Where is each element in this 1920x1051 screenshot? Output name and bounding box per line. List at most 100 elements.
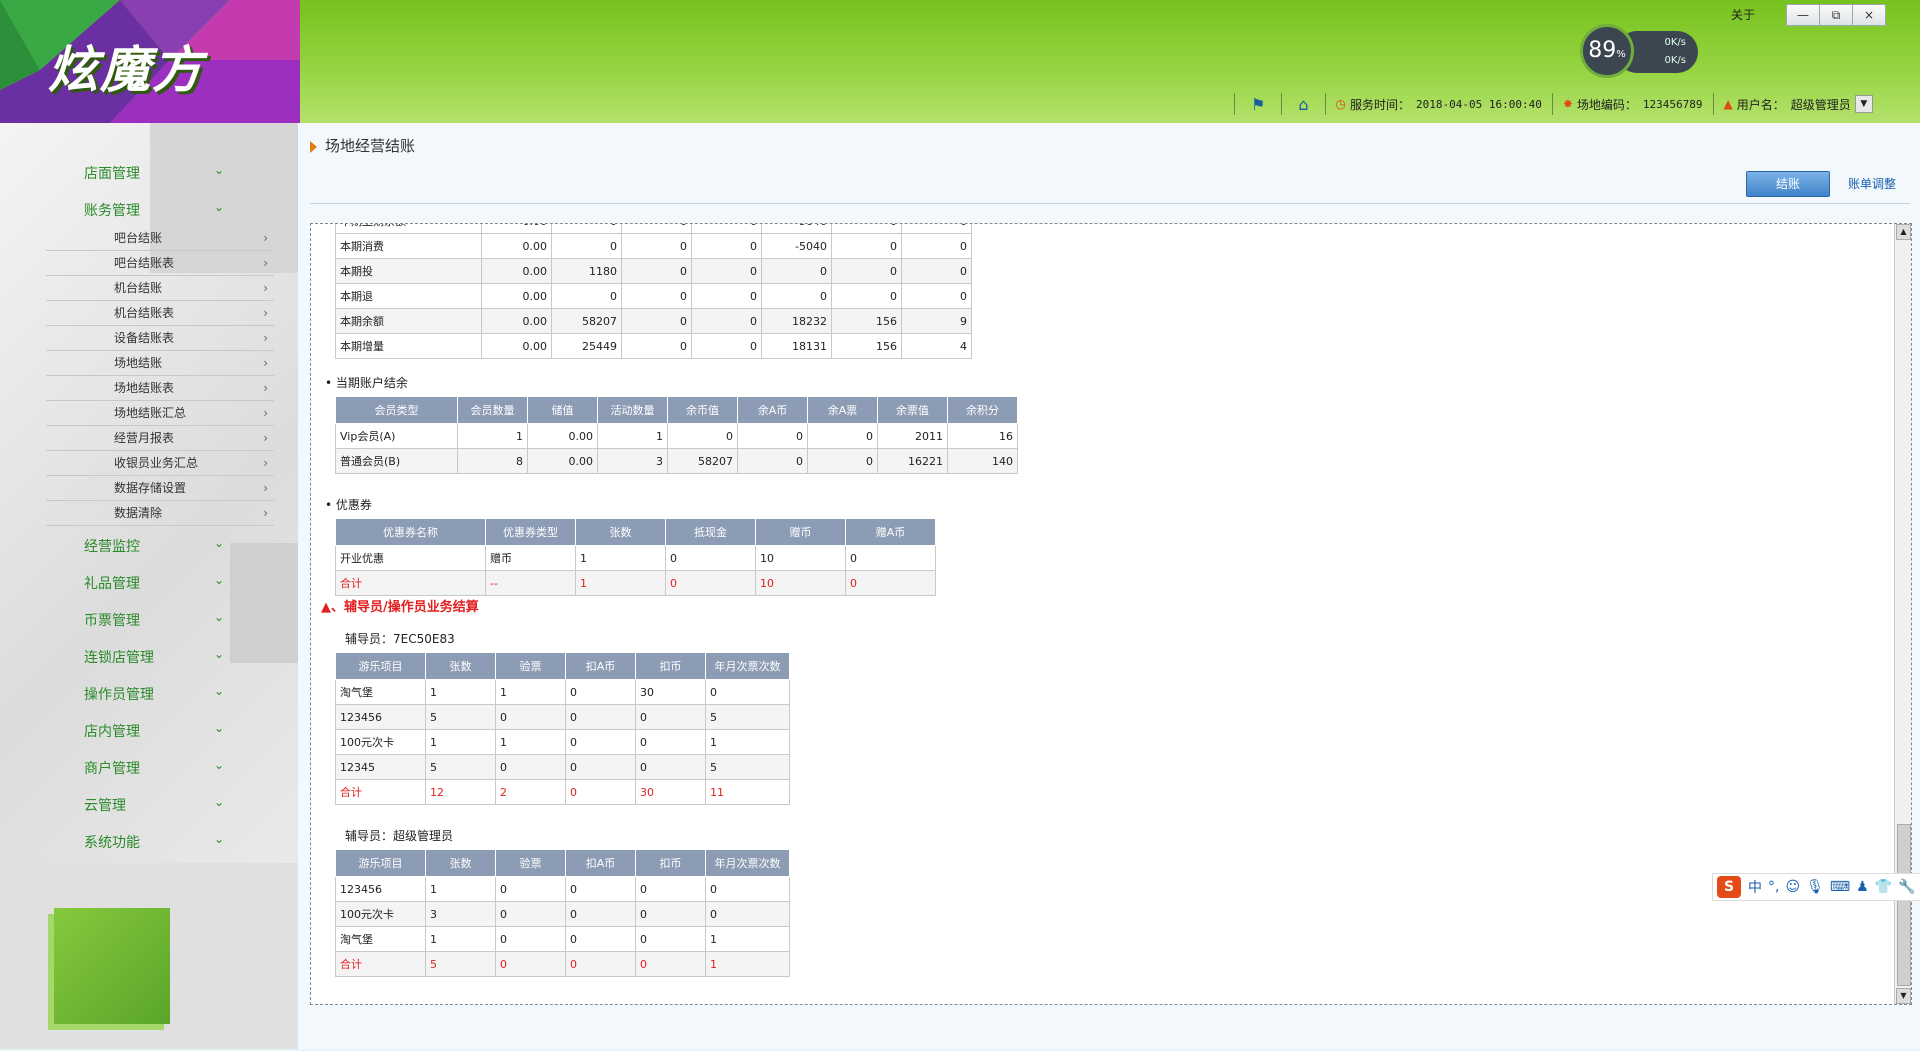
user-dropdown-icon[interactable]: ▼: [1854, 95, 1873, 113]
table-cell: 赠币: [485, 545, 576, 571]
chevron-right-icon: ›: [263, 256, 268, 270]
sidebar-item-accounting[interactable]: 账务管理 ⌄: [84, 200, 224, 220]
table-cell: 18131: [761, 333, 832, 359]
submenu-label: 吧台结账表: [114, 256, 175, 270]
chevron-down-icon: ⌄: [213, 758, 224, 772]
column-header: 年月次票次数: [705, 652, 790, 680]
submenu-site-checkout[interactable]: 场地结账 ›: [46, 351, 274, 376]
submenu-site-checkout-table[interactable]: 场地结账表 ›: [46, 376, 274, 401]
chevron-right-icon: ›: [263, 431, 268, 445]
table-cell: 16221: [877, 448, 948, 474]
column-header: 扣币: [635, 652, 706, 680]
table-row: 100元次卡 1 1 0 0 1: [335, 729, 790, 755]
shirt-icon[interactable]: 👕: [1875, 879, 1892, 895]
gauge-value: 89: [1588, 38, 1617, 63]
operator-section-title: ▲、辅导员/操作员业务结算: [321, 600, 479, 615]
column-header: 优惠券名称: [335, 518, 486, 546]
sidebar-item-coins-tickets[interactable]: 币票管理 ⌄: [84, 610, 224, 630]
home-icon[interactable]: ⌂: [1298, 95, 1308, 114]
table-cell: 0: [565, 876, 636, 902]
triangle-icon: [310, 140, 317, 153]
table-cell: 0.00: [481, 283, 552, 309]
table-cell: 1: [597, 423, 668, 449]
account-table: 会员类型 会员数量 储值 活动数量 余币值 余A币 余A票 余票值 余积分 Vip会员(A) 1 0…: [335, 396, 1018, 474]
submenu-label: 机台结账表: [114, 306, 175, 320]
wrench-icon[interactable]: 🔧: [1898, 879, 1915, 895]
table-cell: 0: [635, 901, 706, 927]
sidebar-item-label: 账务管理: [84, 203, 140, 219]
table-cell: 0: [621, 233, 692, 259]
submenu-cashier-summary[interactable]: 收银员业务汇总 ›: [46, 451, 274, 476]
network-gauge[interactable]: 0K/s 0K/s 89%: [1580, 24, 1700, 80]
table-cell: 11: [705, 779, 790, 805]
table-cell: 0: [691, 224, 762, 234]
site-code-label: 场地编码：: [1576, 97, 1637, 112]
sidebar-item-in-store[interactable]: 店内管理 ⌄: [84, 721, 224, 741]
sidebar-item-chain-stores[interactable]: 连锁店管理 ⌄: [84, 647, 224, 667]
table-cell: 0: [621, 283, 692, 309]
user-icon[interactable]: ♟: [1856, 879, 1869, 895]
table-cell: 0: [565, 754, 636, 780]
breadcrumb: 场地经营结账: [310, 135, 415, 156]
submenu-monthly-report[interactable]: 经营月报表 ›: [46, 426, 274, 451]
adjust-bill-link[interactable]: 账单调整: [1848, 175, 1896, 192]
table-cell: 1: [425, 926, 496, 952]
table-cell: 0: [565, 729, 636, 755]
ime-mode[interactable]: 中: [1748, 877, 1762, 897]
restore-button[interactable]: ⧉: [1819, 4, 1853, 26]
sidebar-item-store[interactable]: 店面管理 ⌄: [84, 163, 224, 183]
submenu-data-storage-settings[interactable]: 数据存储设置 ›: [46, 476, 274, 501]
signpost-icon[interactable]: ⚑: [1251, 95, 1265, 114]
sidebar-item-cloud[interactable]: 云管理 ⌄: [84, 795, 224, 815]
close-button[interactable]: ×: [1852, 4, 1886, 26]
minimize-button[interactable]: —: [1786, 4, 1820, 26]
table-cell: 0: [495, 926, 566, 952]
sogou-logo-icon[interactable]: S: [1717, 876, 1741, 898]
table-cell: 0: [551, 224, 622, 234]
about-link[interactable]: 关于: [1731, 6, 1755, 23]
submenu-bar-checkout[interactable]: 吧台结账 ›: [46, 226, 274, 251]
sidebar-item-merchants[interactable]: 商户管理 ⌄: [84, 758, 224, 778]
sidebar-item-label: 经营监控: [84, 539, 140, 555]
sidebar-item-gifts[interactable]: 礼品管理 ⌄: [84, 573, 224, 593]
submenu-machine-checkout[interactable]: 机台结账 ›: [46, 276, 274, 301]
submenu-bar-checkout-table[interactable]: 吧台结账表 ›: [46, 251, 274, 276]
table-cell: 100元次卡: [335, 901, 426, 927]
scroll-down-icon[interactable]: ▼: [1896, 988, 1911, 1004]
settle-button[interactable]: 结账: [1746, 171, 1830, 197]
table-cell: 18232: [761, 308, 832, 334]
decorative-green-block: [54, 908, 170, 1024]
submenu-site-checkout-summary[interactable]: 场地结账汇总 ›: [46, 401, 274, 426]
table-cell: 2: [495, 779, 566, 805]
scroll-thumb[interactable]: [1897, 824, 1911, 986]
column-header: 张数: [425, 849, 496, 877]
ime-toolbar[interactable]: S 中 °, ☺ 🎙 ⌨ ♟ 👕 🔧: [1712, 873, 1920, 901]
submenu-device-checkout-table[interactable]: 设备结账表 ›: [46, 326, 274, 351]
table-cell: 0: [551, 283, 622, 309]
table-cell: 0: [807, 448, 878, 474]
sidebar-item-label: 礼品管理: [84, 576, 140, 592]
table-cell: 30: [635, 679, 706, 705]
ime-punctuation[interactable]: °,: [1768, 879, 1779, 895]
table-cell: 0: [565, 926, 636, 952]
keyboard-icon[interactable]: ⌨: [1830, 879, 1850, 895]
scroll-up-icon[interactable]: ▲: [1896, 224, 1911, 240]
sidebar-item-operators[interactable]: 操作员管理 ⌄: [84, 684, 224, 704]
sidebar-item-system[interactable]: 系统功能 ⌄: [84, 832, 224, 852]
table-row: 本期增量 0.00 25449 0 0 18131 156 4: [335, 333, 972, 359]
table-row: 本期上期余额0.00000504000: [335, 224, 972, 234]
table-row: 淘气堡 1 0 0 0 1: [335, 926, 790, 952]
account-section-title: • 当期账户结余: [325, 376, 408, 390]
report-panel[interactable]: 本期上期余额0.00000504000 本期消费0.00000-504000本期…: [310, 223, 1912, 1005]
chevron-down-icon: ⌄: [213, 684, 224, 698]
chevron-down-icon: ⌄: [213, 832, 224, 846]
emoji-icon[interactable]: ☺: [1785, 879, 1800, 895]
table-cell: 淘气堡: [335, 679, 426, 705]
submenu-data-clear[interactable]: 数据清除 ›: [46, 501, 274, 526]
microphone-icon[interactable]: 🎙: [1806, 879, 1824, 895]
divider: [1234, 93, 1235, 115]
sidebar-item-monitoring[interactable]: 经营监控 ⌄: [84, 536, 224, 556]
column-header: 会员类型: [335, 396, 458, 424]
submenu-machine-checkout-table[interactable]: 机台结账表 ›: [46, 301, 274, 326]
table-cell: 0: [621, 333, 692, 359]
